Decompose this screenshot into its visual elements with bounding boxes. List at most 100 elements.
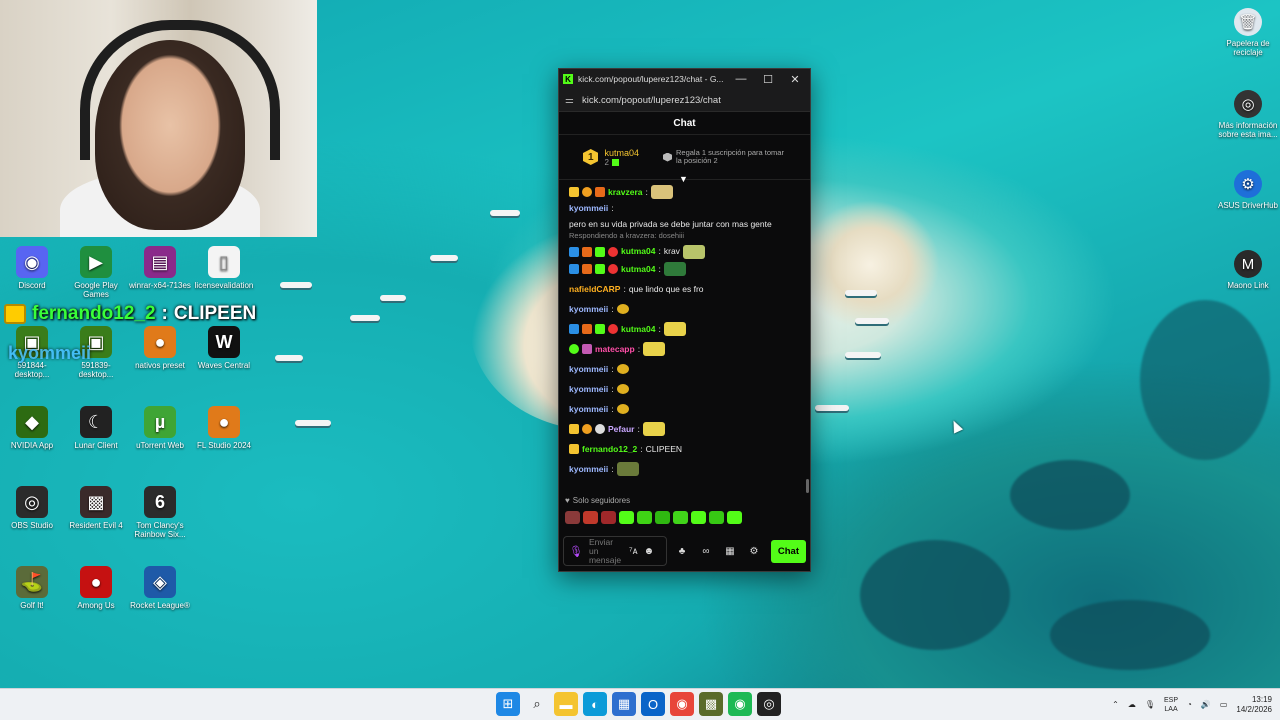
minimize-button[interactable]: —: [730, 73, 752, 85]
desktop-shortcut[interactable]: ▩ Resident Evil 4: [64, 486, 128, 530]
crown-icon: [4, 304, 26, 324]
chat-badge-icon: [569, 264, 579, 274]
chat-username[interactable]: kravzera: [608, 186, 643, 199]
rank-badge: 1: [583, 149, 599, 165]
spotify-icon[interactable]: ◉: [728, 692, 752, 716]
file-explorer-icon[interactable]: ▬: [554, 692, 578, 716]
desktop-shortcut[interactable]: ◆ NVIDIA App: [0, 406, 64, 450]
clock[interactable]: 13:19 14/2/2026: [1236, 695, 1272, 715]
gear-icon[interactable]: ⚙: [745, 546, 763, 557]
desktop-shortcut[interactable]: 6 Tom Clancy's Rainbow Six...: [128, 486, 192, 539]
chat-username[interactable]: kutma04: [621, 245, 656, 258]
desktop-shortcut[interactable]: ⚙ ASUS DriverHub: [1215, 170, 1280, 210]
chat-username[interactable]: matecapp: [595, 343, 635, 356]
desktop-shortcut[interactable]: M Maono Link: [1215, 250, 1280, 290]
infinity-icon[interactable]: ∞: [697, 546, 715, 557]
desktop-shortcut[interactable]: ▤ winrar-x64-713es: [128, 246, 192, 290]
desktop-shortcut[interactable]: ● nativos preset: [128, 326, 192, 370]
emote-button[interactable]: [709, 511, 724, 524]
url-text[interactable]: kick.com/popout/luperez123/chat: [582, 95, 721, 106]
desktop-shortcut[interactable]: W Waves Central: [192, 326, 256, 370]
translate-icon[interactable]: ⁷ᴀ: [629, 546, 638, 557]
chat-scrollbar[interactable]: [806, 479, 809, 493]
chat-username[interactable]: fernando12_2: [582, 443, 637, 456]
microphone-icon[interactable]: 🎙: [569, 545, 583, 558]
gift-cta[interactable]: Regala 1 suscripción para tomar la posic…: [663, 148, 786, 166]
network-icon[interactable]: ☁: [1128, 700, 1136, 709]
chat-username[interactable]: nafieldCARP: [569, 283, 620, 296]
desktop-shortcut-label: licensevalidation: [194, 281, 254, 290]
edge-icon[interactable]: ◐: [583, 692, 607, 716]
desktop-shortcut[interactable]: ☾ Lunar Client: [64, 406, 128, 450]
scroll-down-icon[interactable]: ▼: [679, 174, 688, 184]
volume-icon[interactable]: 🔊: [1201, 700, 1211, 709]
search-icon[interactable]: ⌕: [525, 692, 549, 716]
chat-username[interactable]: kyommeii: [569, 202, 608, 215]
leaderboard-user[interactable]: kutma04 2: [604, 148, 639, 167]
gift-icon: [611, 158, 619, 166]
window-titlebar[interactable]: K kick.com/popout/luperez123/chat - G...…: [559, 69, 810, 89]
chat-username[interactable]: kutma04: [621, 323, 656, 336]
chat-username[interactable]: kyommeii: [569, 303, 608, 316]
minecraft-icon[interactable]: ▩: [699, 692, 723, 716]
chat-badge-icon: [608, 246, 618, 257]
desktop-shortcut[interactable]: ◎ Más información sobre esta ima...: [1215, 90, 1280, 139]
overlay-sub-name: kyommeii: [8, 343, 92, 363]
desktop-shortcut[interactable]: ▯ licensevalidation: [192, 246, 256, 290]
chevron-up-icon[interactable]: ⌃: [1112, 700, 1119, 709]
wifi-icon[interactable]: ◔: [1187, 700, 1192, 709]
chrome-icon[interactable]: ◉: [670, 692, 694, 716]
microphone-tray-icon[interactable]: 🎙: [1145, 700, 1155, 709]
window-title: kick.com/popout/luperez123/chat - G...: [578, 74, 724, 84]
maximize-button[interactable]: ☐: [757, 73, 779, 86]
desktop-shortcut[interactable]: ● FL Studio 2024: [192, 406, 256, 450]
desktop-shortcut[interactable]: µ uTorrent Web: [128, 406, 192, 450]
sub-goal-icon[interactable]: ♣: [673, 546, 691, 557]
followers-only-text: Solo seguidores: [572, 496, 631, 505]
outlook-icon[interactable]: O: [641, 692, 665, 716]
chat-separator: :: [611, 383, 614, 394]
obs-taskbar-icon[interactable]: ◎: [757, 692, 781, 716]
store-icon[interactable]: ▦: [612, 692, 636, 716]
emote-button[interactable]: [655, 511, 670, 524]
emote-button[interactable]: [673, 511, 688, 524]
desktop-shortcut[interactable]: ● Among Us: [64, 566, 128, 610]
send-chat-button[interactable]: Chat: [770, 539, 806, 563]
emote-button[interactable]: [727, 511, 742, 524]
close-button[interactable]: ✕: [784, 73, 806, 86]
lang-top: ESP: [1164, 696, 1179, 704]
chat-username[interactable]: Pefaur: [608, 423, 634, 436]
overlay-message: CLIPEEN: [173, 303, 257, 324]
store-icon[interactable]: ▦: [721, 546, 739, 557]
chat-username[interactable]: kyommeii: [569, 363, 608, 376]
obs-icon: ◎: [16, 486, 48, 518]
battery-icon[interactable]: ▭: [1220, 700, 1228, 709]
desktop-shortcut[interactable]: ⛳ Golf It!: [0, 566, 64, 610]
emote-button[interactable]: [637, 511, 652, 524]
chat-emote: [616, 304, 629, 314]
windows-start-icon[interactable]: ⊞: [496, 692, 520, 716]
emote-button[interactable]: [601, 511, 616, 524]
desktop-shortcut[interactable]: ◈ Rocket League®: [128, 566, 192, 610]
language-indicator[interactable]: ESP LAA: [1164, 696, 1178, 714]
desktop-shortcut[interactable]: ▶ Google Play Games: [64, 246, 128, 299]
chat-username[interactable]: kyommeii: [569, 463, 608, 476]
site-settings-icon[interactable]: ⚌: [565, 95, 574, 106]
chat-username[interactable]: kutma04: [621, 263, 656, 276]
emote-button[interactable]: [619, 511, 634, 524]
chat-username[interactable]: kyommeii: [569, 383, 608, 396]
chat-message-input[interactable]: 🎙 Enviar un mensaje ⁷ᴀ ☻: [563, 536, 667, 566]
chat-badge-icon: [569, 324, 579, 334]
emote-button[interactable]: [691, 511, 706, 524]
desktop-shortcut[interactable]: ◎ OBS Studio: [0, 486, 64, 530]
boat: [845, 290, 877, 296]
emote-button[interactable]: [583, 511, 598, 524]
desktop-shortcut[interactable]: 🗑 Papelera de reciclaje: [1215, 8, 1280, 57]
address-bar[interactable]: ⚌ kick.com/popout/luperez123/chat: [559, 89, 810, 112]
emote-button[interactable]: [565, 511, 580, 524]
chat-message: kutma04:: [569, 319, 800, 339]
chat-username[interactable]: kyommeii: [569, 403, 608, 416]
emoji-icon[interactable]: ☻: [644, 546, 655, 557]
chat-message: kyommeii:: [569, 359, 800, 379]
desktop-shortcut[interactable]: ◉ Discord: [0, 246, 64, 290]
